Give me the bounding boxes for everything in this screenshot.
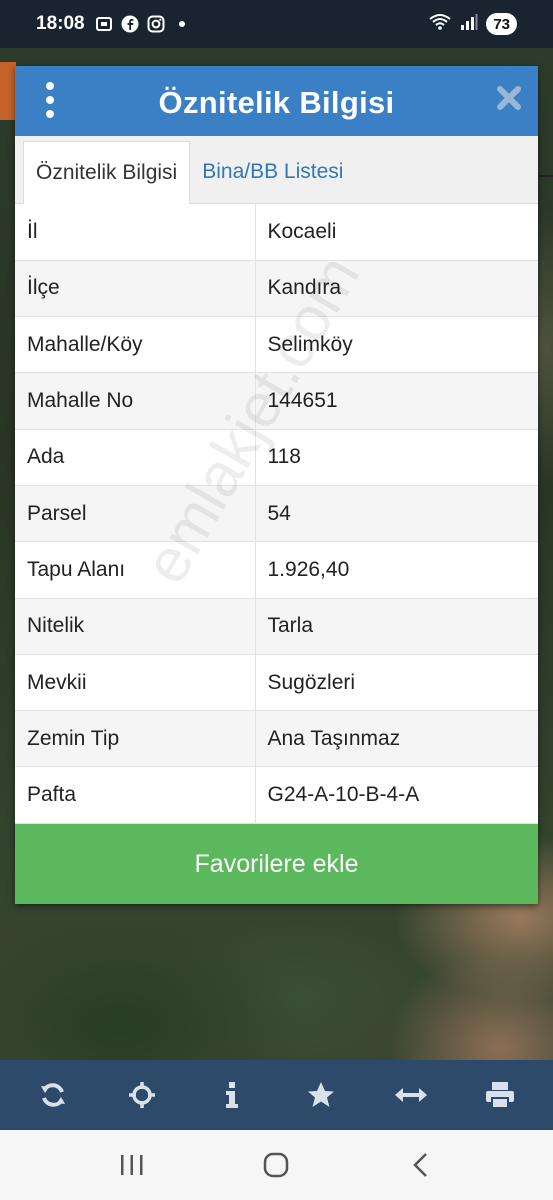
dialog-header: Öznitelik Bilgisi — [15, 66, 538, 136]
add-to-favorites-button[interactable]: Favorilere ekle — [15, 824, 538, 904]
attribute-info-dialog: Öznitelik Bilgisi Öznitelik Bilgisi Bina… — [15, 66, 538, 904]
instagram-icon — [147, 15, 165, 33]
map-scale-line — [538, 175, 553, 195]
row-value: 144651 — [255, 372, 538, 430]
tab-attribute-info[interactable]: Öznitelik Bilgisi — [23, 141, 191, 204]
status-bar: 18:08 73 — [0, 0, 553, 48]
status-time: 18:08 — [36, 13, 85, 34]
row-key: Mahalle/Köy — [15, 316, 256, 374]
row-value: Selimköy — [255, 316, 538, 374]
map-control-tab[interactable] — [0, 62, 16, 120]
screenshot-icon — [95, 15, 113, 33]
star-icon[interactable] — [296, 1070, 346, 1120]
signal-icon — [460, 13, 478, 36]
row-value: Kocaeli — [255, 204, 538, 261]
recents-icon[interactable] — [102, 1140, 162, 1190]
row-key: Mevkii — [15, 654, 256, 712]
battery-indicator: 73 — [486, 13, 517, 35]
table-row: İlçe Kandıra — [15, 260, 538, 318]
status-notification-icons — [95, 15, 191, 33]
row-key: Pafta — [15, 766, 256, 824]
row-value: Kandıra — [255, 260, 538, 318]
row-value: 118 — [255, 429, 538, 486]
row-key: Ada — [15, 429, 256, 486]
system-nav-bar — [0, 1130, 553, 1200]
status-system-icons: 73 — [428, 13, 517, 36]
dialog-tabs: Öznitelik Bilgisi Bina/BB Listesi — [15, 136, 538, 204]
table-row: Mahalle/Köy Selimköy — [15, 316, 538, 374]
map-toolbar — [0, 1060, 553, 1130]
wifi-icon — [428, 13, 452, 36]
row-value: Sugözleri — [255, 654, 538, 712]
row-key: Parsel — [15, 485, 256, 543]
row-key: Zemin Tip — [15, 710, 256, 768]
close-icon[interactable] — [494, 80, 524, 116]
table-row: Tapu Alanı 1.926,40 — [15, 541, 538, 599]
tab-building-list[interactable]: Bina/BB Listesi — [190, 141, 355, 203]
row-key: İlçe — [15, 260, 256, 318]
table-row: Ada 118 — [15, 429, 538, 486]
table-row: Mahalle No 144651 — [15, 372, 538, 430]
table-row: İl Kocaeli — [15, 204, 538, 261]
row-value: 54 — [255, 485, 538, 543]
info-icon[interactable] — [207, 1070, 257, 1120]
home-icon[interactable] — [246, 1140, 306, 1190]
table-row: Zemin Tip Ana Taşınmaz — [15, 710, 538, 768]
table-row: Parsel 54 — [15, 485, 538, 543]
dot-icon — [173, 15, 191, 33]
locate-icon[interactable] — [117, 1070, 167, 1120]
table-row: Nitelik Tarla — [15, 598, 538, 655]
attribute-table: İl Kocaeli İlçe Kandıra Mahalle/Köy Seli… — [15, 204, 538, 824]
row-key: Nitelik — [15, 598, 256, 655]
row-value: G24-A-10-B-4-A — [255, 766, 538, 824]
row-value: Tarla — [255, 598, 538, 655]
table-row: Pafta G24-A-10-B-4-A — [15, 766, 538, 824]
print-icon[interactable] — [475, 1070, 525, 1120]
measure-icon[interactable] — [386, 1070, 436, 1120]
more-options-icon[interactable] — [43, 82, 57, 118]
refresh-icon[interactable] — [28, 1070, 78, 1120]
dialog-title: Öznitelik Bilgisi — [158, 85, 395, 120]
table-row: Mevkii Sugözleri — [15, 654, 538, 712]
facebook-icon — [121, 15, 139, 33]
row-key: İl — [15, 204, 256, 261]
row-key: Tapu Alanı — [15, 541, 256, 599]
row-value: 1.926,40 — [255, 541, 538, 599]
row-key: Mahalle No — [15, 372, 256, 430]
back-icon[interactable] — [391, 1140, 451, 1190]
row-value: Ana Taşınmaz — [255, 710, 538, 768]
